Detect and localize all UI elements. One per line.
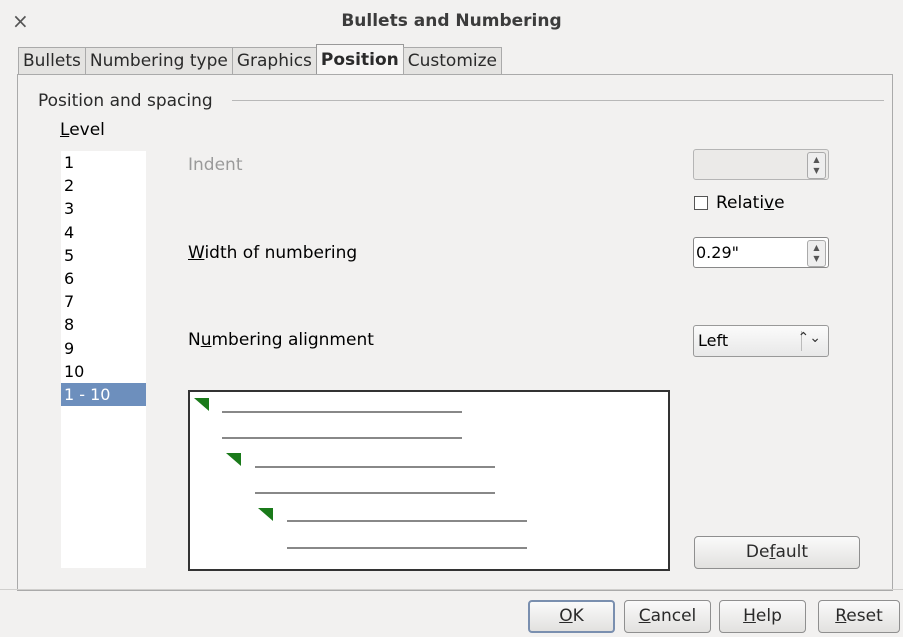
level-item-5[interactable]: 5 — [61, 244, 146, 267]
cancel-button[interactable]: Cancel — [624, 600, 711, 633]
level-item-7[interactable]: 7 — [61, 290, 146, 313]
width-of-numbering-label: Width of numbering — [188, 243, 358, 263]
tab-bar: Bullets Numbering type Graphics Position… — [18, 44, 502, 75]
numbering-alignment-label: Numbering alignment — [188, 330, 374, 350]
indent-label: Indent — [188, 155, 243, 175]
level-3-marker-icon — [258, 508, 273, 521]
checkbox-icon[interactable] — [694, 196, 708, 210]
level-item-1-10[interactable]: 1 - 10 — [61, 382, 146, 407]
tab-position[interactable]: Position — [315, 44, 404, 75]
level-item-9[interactable]: 9 — [61, 337, 146, 360]
preview-graphic — [194, 398, 527, 549]
level-item-8[interactable]: 8 — [61, 313, 146, 336]
ok-button[interactable]: OK — [528, 600, 615, 633]
level-item-4[interactable]: 4 — [61, 221, 146, 244]
width-of-numbering-spinbox[interactable]: 0.29" ▲ ▼ — [693, 237, 829, 268]
level-2-marker-icon — [226, 453, 241, 466]
numbering-alignment-select[interactable]: Left ⌃⌄ — [693, 325, 829, 357]
numbering-alignment-value: Left — [698, 331, 729, 350]
level-label: Level — [60, 120, 105, 140]
help-button[interactable]: Help — [719, 600, 806, 633]
updown-chevron-icon: ⌃⌄ — [797, 330, 821, 346]
relative-checkbox[interactable]: Relative — [694, 193, 785, 213]
reset-button[interactable]: Reset — [818, 600, 900, 633]
level-item-2[interactable]: 2 — [61, 174, 146, 197]
default-button[interactable]: Default — [694, 536, 860, 569]
level-1-marker-icon — [194, 398, 209, 411]
level-item-1[interactable]: 1 — [61, 151, 146, 174]
level-item-3[interactable]: 3 — [61, 197, 146, 220]
bottom-divider — [0, 589, 903, 590]
level-item-10[interactable]: 10 — [61, 360, 146, 383]
indent-spinbox: ▲ ▼ — [693, 149, 829, 180]
width-stepper-icon[interactable]: ▲ ▼ — [807, 240, 826, 267]
section-title: Position and spacing — [38, 91, 213, 111]
tab-graphics[interactable]: Graphics — [231, 47, 317, 75]
numbering-preview — [188, 390, 670, 571]
level-list[interactable]: 1 2 3 4 5 6 7 8 9 10 1 - 10 — [61, 151, 146, 568]
tab-numbering-type[interactable]: Numbering type — [84, 47, 233, 75]
relative-label: Relative — [716, 193, 785, 213]
title-bar: × Bullets and Numbering — [0, 0, 903, 44]
section-divider — [232, 100, 884, 101]
dialog-title: Bullets and Numbering — [341, 11, 562, 31]
tab-bullets[interactable]: Bullets — [18, 47, 86, 75]
level-item-6[interactable]: 6 — [61, 267, 146, 290]
indent-stepper-icon: ▲ ▼ — [807, 152, 826, 179]
width-of-numbering-value[interactable]: 0.29" — [696, 243, 739, 262]
tab-customize[interactable]: Customize — [402, 47, 502, 75]
